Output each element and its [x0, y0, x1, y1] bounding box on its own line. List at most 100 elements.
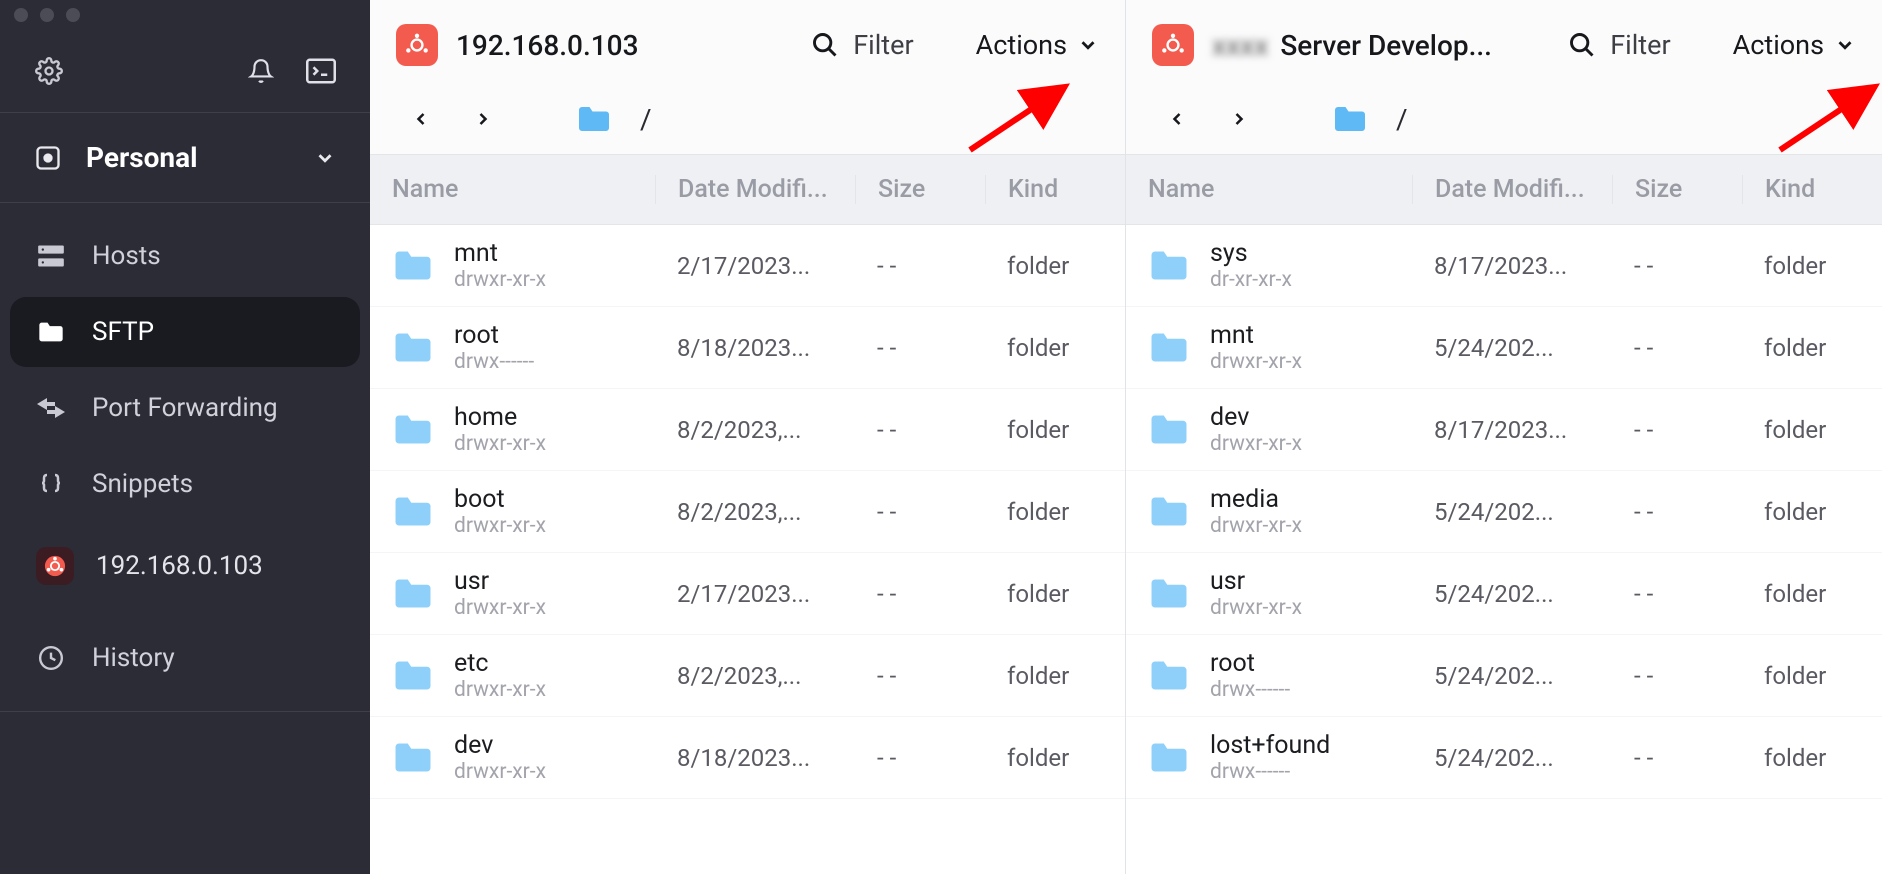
- file-kind: folder: [985, 498, 1125, 526]
- table-row[interactable]: devdrwxr-xr-x8/18/2023...- -folder: [370, 717, 1125, 799]
- column-header-kind[interactable]: Kind: [985, 175, 1125, 204]
- file-size: - -: [1612, 744, 1742, 772]
- file-kind: folder: [985, 744, 1125, 772]
- table-row[interactable]: homedrwxr-xr-x8/2/2023,...- -folder: [370, 389, 1125, 471]
- file-kind: folder: [1742, 334, 1882, 362]
- sidebar-item-snippets[interactable]: Snippets: [10, 449, 360, 519]
- column-header-date[interactable]: Date Modifi...: [655, 175, 855, 204]
- table-row[interactable]: sysdr-xr-xr-x8/17/2023...- -folder: [1126, 225, 1882, 307]
- table-row[interactable]: rootdrwx------8/18/2023...- -folder: [370, 307, 1125, 389]
- file-size: - -: [855, 580, 985, 608]
- file-kind: folder: [985, 252, 1125, 280]
- sidebar-item-sftp[interactable]: SFTP: [10, 297, 360, 367]
- host-chip[interactable]: [1152, 24, 1194, 66]
- file-size: - -: [855, 416, 985, 444]
- bell-icon: [248, 58, 274, 84]
- folder-icon: [392, 412, 434, 448]
- notifications-button[interactable]: [246, 56, 276, 86]
- table-row[interactable]: usrdrwxr-xr-x5/24/202...- -folder: [1126, 553, 1882, 635]
- column-header-name[interactable]: Name: [1126, 175, 1412, 204]
- host-label: 192.168.0.103: [456, 29, 638, 62]
- table-row[interactable]: rootdrwx------5/24/202...- -folder: [1126, 635, 1882, 717]
- file-name: usr: [1210, 567, 1302, 596]
- file-date: 8/18/2023...: [655, 334, 855, 362]
- file-date: 8/18/2023...: [655, 744, 855, 772]
- actions-menu[interactable]: Actions: [976, 29, 1099, 61]
- nav-back-button[interactable]: [1160, 102, 1194, 136]
- file-permissions: dr-xr-xr-x: [1210, 268, 1292, 292]
- sidebar-item-hosts[interactable]: Hosts: [10, 221, 360, 291]
- file-size: - -: [1612, 334, 1742, 362]
- actions-menu[interactable]: Actions: [1733, 29, 1856, 61]
- file-date: 8/2/2023,...: [655, 498, 855, 526]
- file-permissions: drwxr-xr-x: [1210, 432, 1302, 456]
- folder-icon: [1332, 104, 1368, 134]
- file-kind: folder: [1742, 416, 1882, 444]
- ubuntu-icon: [404, 32, 430, 58]
- folder-icon: [1148, 330, 1190, 366]
- folder-icon: [1148, 658, 1190, 694]
- column-header-kind[interactable]: Kind: [1742, 175, 1882, 204]
- table-row[interactable]: lost+founddrwx------5/24/202...- -folder: [1126, 717, 1882, 799]
- sidebar-item-label: Hosts: [92, 241, 161, 271]
- file-size: - -: [855, 662, 985, 690]
- connected-host-label: 192.168.0.103: [96, 551, 263, 581]
- app-root: Personal Hosts SFTP Po: [0, 0, 1882, 874]
- folder-icon: [392, 740, 434, 776]
- workspace-icon: [34, 144, 62, 172]
- file-name: sys: [1210, 239, 1292, 268]
- host-label: Server Develop...: [1280, 29, 1492, 62]
- main-content: 192.168.0.103 Filter Actions: [370, 0, 1882, 874]
- file-date: 8/2/2023,...: [655, 662, 855, 690]
- folder-icon: [1148, 740, 1190, 776]
- sidebar-item-history[interactable]: History: [10, 623, 360, 693]
- table-row[interactable]: usrdrwxr-xr-x2/17/2023...- -folder: [370, 553, 1125, 635]
- sidebar-connected-host[interactable]: 192.168.0.103: [10, 533, 360, 599]
- nav-forward-button[interactable]: [466, 102, 500, 136]
- chevron-right-icon: [1229, 107, 1249, 131]
- column-header-name[interactable]: Name: [370, 175, 655, 204]
- table-row[interactable]: devdrwxr-xr-x8/17/2023...- -folder: [1126, 389, 1882, 471]
- table-row[interactable]: mediadrwxr-xr-x5/24/202...- -folder: [1126, 471, 1882, 553]
- host-label-redacted: xxxx: [1212, 29, 1268, 62]
- host-chip[interactable]: [396, 24, 438, 66]
- sidebar-item-port-forwarding[interactable]: Port Forwarding: [10, 373, 360, 443]
- file-permissions: drwxr-xr-x: [1210, 514, 1302, 538]
- nav-back-button[interactable]: [404, 102, 438, 136]
- actions-label: Actions: [976, 29, 1067, 61]
- terminal-button[interactable]: [306, 56, 336, 86]
- table-row[interactable]: mntdrwxr-xr-x2/17/2023...- -folder: [370, 225, 1125, 307]
- file-date: 5/24/202...: [1412, 744, 1612, 772]
- table-header: Name Date Modifi... Size Kind: [1126, 154, 1882, 225]
- column-header-size[interactable]: Size: [1612, 175, 1742, 204]
- filter-input[interactable]: Filter: [1568, 29, 1670, 61]
- path-segment[interactable]: /: [640, 103, 652, 136]
- file-permissions: drwxr-xr-x: [1210, 596, 1302, 620]
- file-date: 5/24/202...: [1412, 580, 1612, 608]
- path-segment[interactable]: /: [1396, 103, 1408, 136]
- file-name: root: [454, 321, 534, 350]
- column-header-size[interactable]: Size: [855, 175, 985, 204]
- table-row[interactable]: bootdrwxr-xr-x8/2/2023,...- -folder: [370, 471, 1125, 553]
- nav-forward-button[interactable]: [1222, 102, 1256, 136]
- pane-header: 192.168.0.103 Filter Actions: [370, 0, 1125, 90]
- file-name: usr: [454, 567, 546, 596]
- settings-button[interactable]: [34, 56, 64, 86]
- file-list: mntdrwxr-xr-x2/17/2023...- -folderrootdr…: [370, 225, 1125, 874]
- table-row[interactable]: mntdrwxr-xr-x5/24/202...- -folder: [1126, 307, 1882, 389]
- column-header-date[interactable]: Date Modifi...: [1412, 175, 1612, 204]
- workspace-selector[interactable]: Personal: [0, 113, 370, 202]
- file-permissions: drwxr-xr-x: [454, 268, 546, 292]
- file-permissions: drwx------: [454, 350, 534, 374]
- table-row[interactable]: etcdrwxr-xr-x8/2/2023,...- -folder: [370, 635, 1125, 717]
- file-date: 2/17/2023...: [655, 580, 855, 608]
- search-icon: [811, 31, 839, 59]
- file-name: dev: [1210, 403, 1302, 432]
- file-name: root: [1210, 649, 1290, 678]
- filter-input[interactable]: Filter: [811, 29, 913, 61]
- file-permissions: drwx------: [1210, 678, 1290, 702]
- window-traffic-lights: [0, 0, 370, 30]
- file-kind: folder: [1742, 252, 1882, 280]
- folder-icon: [1148, 494, 1190, 530]
- sidebar: Personal Hosts SFTP Po: [0, 0, 370, 874]
